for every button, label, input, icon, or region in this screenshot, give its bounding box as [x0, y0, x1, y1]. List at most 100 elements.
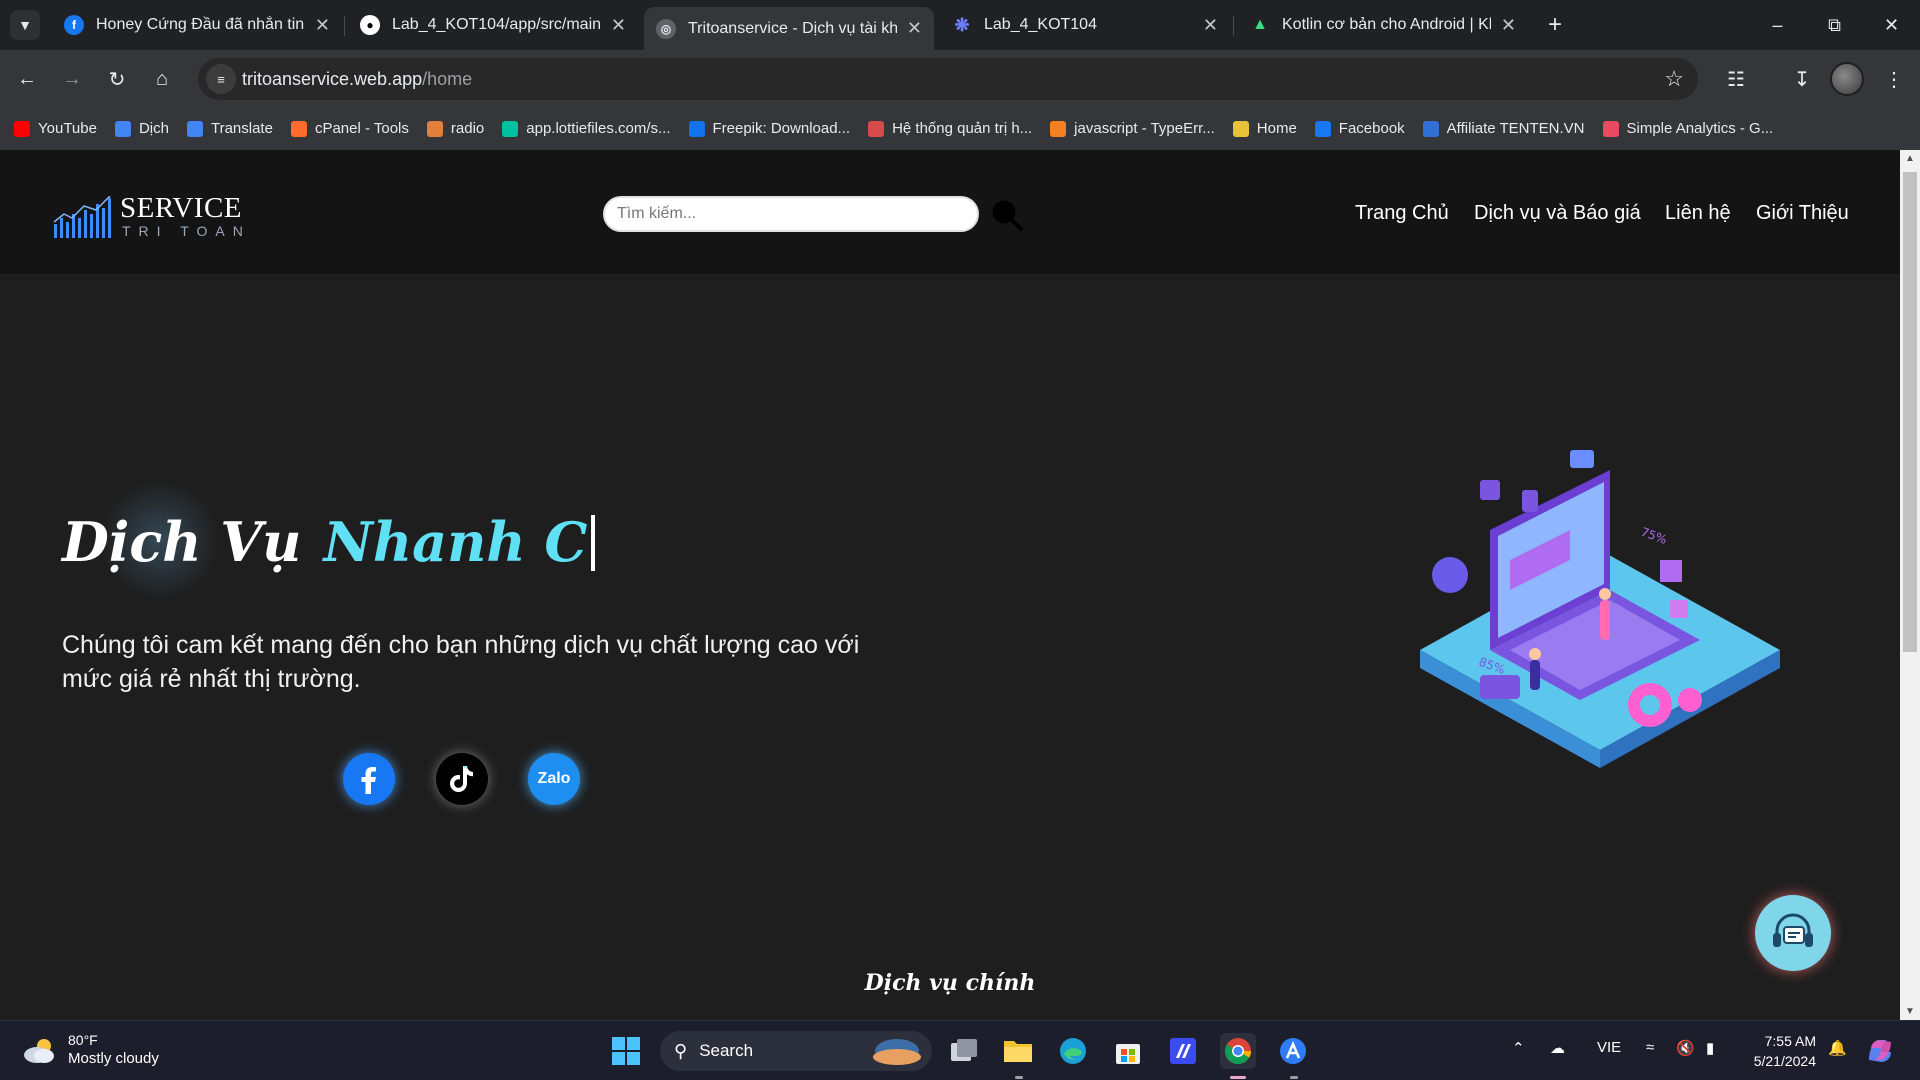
window-close-button[interactable]: ✕: [1863, 0, 1920, 50]
bookmark-item[interactable]: Hệ thống quản trị h...: [868, 120, 1032, 137]
tab-strip: ▼ f Honey Cứng Đầu đã nhắn tin ch ✕ ● La…: [0, 0, 1920, 50]
chrome-icon: [1224, 1038, 1252, 1065]
profile-avatar[interactable]: [1830, 62, 1864, 96]
bookmark-label: Affiliate TENTEN.VN: [1446, 120, 1585, 137]
close-icon[interactable]: ✕: [907, 18, 922, 39]
bookmark-favicon-icon: [1050, 120, 1067, 137]
battery-icon[interactable]: ▮: [1706, 1039, 1714, 1057]
bookmark-item[interactable]: cPanel - Tools: [290, 120, 409, 137]
tab-tritoanservice[interactable]: ◎ Tritoanservice - Dịch vụ tài khoả ✕: [644, 7, 934, 50]
close-icon[interactable]: ✕: [611, 15, 626, 36]
hero-title-part1: Dịch Vụ: [62, 510, 302, 574]
bookmark-favicon-icon: [186, 120, 203, 137]
notification-bell-icon[interactable]: 🔔: [1828, 1039, 1847, 1057]
app-blue-icon: [1170, 1038, 1196, 1064]
scroll-up-icon[interactable]: ▲: [1900, 150, 1920, 167]
support-chat-button[interactable]: [1755, 895, 1831, 971]
globe-icon: ◎: [656, 18, 676, 39]
nav-services-pricing[interactable]: Dịch vụ và Báo giá: [1474, 202, 1641, 225]
tab-title: Lab_4_KOT104/app/src/main/ja: [392, 16, 601, 33]
chrome-button[interactable]: [1220, 1033, 1256, 1069]
site-info-button[interactable]: ≡: [206, 64, 236, 94]
system-clock[interactable]: 7:55 AM 5/21/2024: [1740, 1031, 1816, 1071]
wifi-icon[interactable]: ≈: [1646, 1039, 1654, 1056]
tune-icon: ≡: [217, 71, 225, 87]
site-search-input[interactable]: [603, 196, 979, 232]
appstore-button[interactable]: [1275, 1033, 1311, 1069]
tab-github[interactable]: ● Lab_4_KOT104/app/src/main/ja ✕: [348, 7, 638, 43]
tab-kotlin[interactable]: ▲ Kotlin cơ bản cho Android | Kh ✕: [1238, 7, 1528, 43]
page-scrollbar[interactable]: ▲ ▼: [1900, 150, 1920, 1020]
vscode-like-button[interactable]: [1165, 1033, 1201, 1069]
gear-icon: ❋: [954, 14, 970, 35]
taskbar-search[interactable]: ⚲ Search: [660, 1031, 932, 1071]
store-button[interactable]: [1110, 1033, 1146, 1069]
language-indicator[interactable]: VIE: [1597, 1039, 1621, 1056]
nav-home[interactable]: Trang Chủ: [1355, 202, 1449, 225]
more-vert-icon: ⋮: [1884, 68, 1904, 91]
scroll-down-icon[interactable]: ▼: [1900, 1003, 1920, 1020]
chevron-up-icon[interactable]: ⌃: [1512, 1039, 1525, 1057]
tiktok-link[interactable]: [436, 753, 488, 805]
facebook-link[interactable]: [343, 753, 395, 805]
site-header: SERVICE TRI TOAN Trang Chủ Dịch vụ và Bá…: [0, 150, 1900, 274]
mute-icon[interactable]: 🔇: [1676, 1039, 1695, 1057]
tab-search-button[interactable]: ▼: [10, 10, 40, 40]
bookmark-item[interactable]: radio: [426, 120, 484, 137]
nav-about[interactable]: Giới Thiệu: [1756, 202, 1849, 225]
taskbar-search-label: Search: [699, 1041, 754, 1060]
close-icon[interactable]: ✕: [1203, 15, 1218, 36]
new-tab-button[interactable]: +: [1540, 10, 1570, 40]
bookmark-item[interactable]: Translate: [186, 120, 273, 137]
clock-time: 7:55 AM: [1764, 1033, 1816, 1049]
bookmark-item[interactable]: app.lottiefiles.com/s...: [502, 120, 671, 137]
tab-divider: [344, 16, 345, 36]
close-icon[interactable]: ✕: [315, 15, 330, 36]
scrollbar-thumb[interactable]: [1903, 172, 1917, 652]
restore-icon: ⧉: [1828, 14, 1841, 35]
bookmark-item[interactable]: YouTube: [14, 120, 97, 137]
home-button[interactable]: ⌂: [146, 63, 178, 95]
bookmark-label: YouTube: [38, 120, 97, 137]
nav-contact[interactable]: Liên hệ: [1665, 202, 1731, 225]
bookmark-star-icon[interactable]: ☆: [1664, 66, 1684, 92]
bookmark-item[interactable]: Affiliate TENTEN.VN: [1422, 120, 1585, 137]
weather-widget[interactable]: 80°F Mostly cloudy: [22, 1031, 159, 1069]
bookmark-item[interactable]: Facebook: [1314, 120, 1405, 137]
reload-button[interactable]: ↻: [101, 63, 133, 95]
close-icon[interactable]: ✕: [1501, 15, 1516, 36]
bookmark-item[interactable]: javascript - TypeErr...: [1050, 120, 1215, 137]
restore-button[interactable]: ⧉: [1806, 0, 1863, 50]
forward-button[interactable]: →: [56, 63, 88, 95]
tab-lab4[interactable]: ❋ Lab_4_KOT104 ✕: [940, 7, 1230, 43]
extensions-button[interactable]: ☷: [1720, 63, 1752, 95]
onedrive-icon[interactable]: ☁: [1550, 1039, 1565, 1057]
edge-icon: [1060, 1038, 1086, 1064]
bookmark-item[interactable]: Dịch: [114, 120, 169, 137]
bookmark-item[interactable]: Freepik: Download...: [688, 120, 851, 137]
url-text[interactable]: tritoanservice.web.app/home: [242, 69, 472, 90]
minimize-button[interactable]: –: [1749, 0, 1806, 50]
tiktok-icon: [450, 766, 473, 792]
copilot-button[interactable]: [1862, 1033, 1898, 1069]
site-logo[interactable]: SERVICE TRI TOAN: [52, 192, 252, 242]
bookmark-item[interactable]: Simple Analytics - G...: [1602, 120, 1773, 137]
menu-button[interactable]: ⋮: [1878, 63, 1910, 95]
tab-facebook[interactable]: f Honey Cứng Đầu đã nhắn tin ch ✕: [52, 7, 342, 43]
back-button[interactable]: ←: [11, 63, 43, 95]
tab-title: Honey Cứng Đầu đã nhắn tin ch: [96, 16, 305, 33]
a-letter-icon: [1280, 1038, 1306, 1064]
start-button[interactable]: [608, 1033, 644, 1069]
task-view-button[interactable]: [946, 1033, 982, 1069]
downloads-button[interactable]: ↧: [1786, 63, 1818, 95]
search-icon[interactable]: [990, 198, 1024, 232]
address-bar[interactable]: ≡ tritoanservice.web.app/home ☆: [198, 58, 1698, 100]
bookmark-item[interactable]: Home: [1232, 120, 1297, 137]
logo-subtitle: TRI TOAN: [122, 223, 251, 239]
bookmark-label: javascript - TypeErr...: [1074, 120, 1215, 137]
bookmark-label: Freepik: Download...: [712, 120, 851, 137]
edge-button[interactable]: [1055, 1033, 1091, 1069]
file-explorer-button[interactable]: [1000, 1033, 1036, 1069]
search-icon: ⚲: [674, 1040, 688, 1061]
zalo-link[interactable]: Zalo: [528, 753, 580, 805]
